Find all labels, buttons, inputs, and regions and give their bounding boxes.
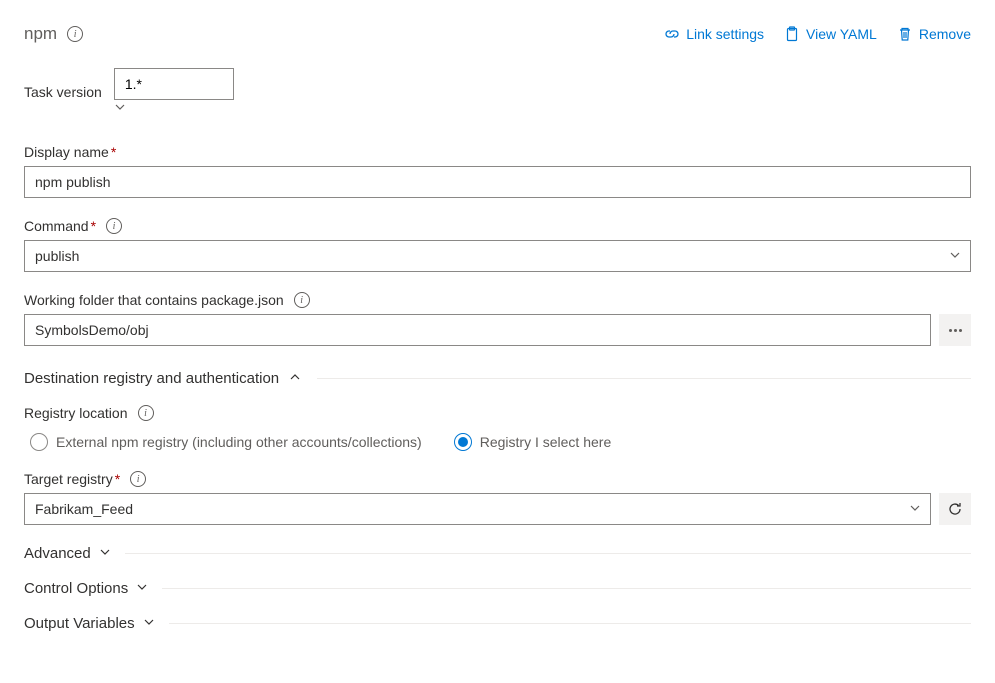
chevron-down-icon bbox=[99, 545, 111, 562]
trash-icon bbox=[897, 26, 913, 42]
chevron-down-icon bbox=[114, 100, 126, 116]
view-yaml-button[interactable]: View YAML bbox=[784, 26, 877, 42]
refresh-button[interactable] bbox=[939, 493, 971, 525]
divider bbox=[169, 623, 971, 624]
target-registry-label: Target registry* bbox=[24, 471, 120, 487]
chevron-up-icon bbox=[289, 370, 301, 387]
output-variables-label: Output Variables bbox=[24, 615, 135, 632]
radio-select-here[interactable]: Registry I select here bbox=[454, 433, 612, 451]
destination-section-title: Destination registry and authentication bbox=[24, 370, 279, 387]
radio-icon-selected bbox=[454, 433, 472, 451]
view-yaml-label: View YAML bbox=[806, 26, 877, 42]
radio-icon bbox=[30, 433, 48, 451]
target-registry-field: Target registry* i Fabrikam_Feed bbox=[24, 471, 971, 525]
advanced-section[interactable]: Advanced bbox=[24, 545, 971, 562]
remove-button[interactable]: Remove bbox=[897, 26, 971, 42]
display-name-field: Display name* bbox=[24, 144, 971, 198]
radio-external-registry[interactable]: External npm registry (including other a… bbox=[30, 433, 422, 451]
divider bbox=[317, 378, 971, 379]
chevron-down-icon bbox=[136, 580, 148, 597]
command-label: Command* bbox=[24, 218, 96, 234]
title-group: npm i bbox=[24, 24, 83, 44]
target-registry-select[interactable]: Fabrikam_Feed bbox=[24, 493, 931, 525]
link-settings-label: Link settings bbox=[686, 26, 764, 42]
info-icon[interactable]: i bbox=[138, 405, 154, 421]
divider bbox=[162, 588, 971, 589]
command-field: Command* i publish bbox=[24, 218, 971, 272]
info-icon[interactable]: i bbox=[130, 471, 146, 487]
registry-location-label: Registry location bbox=[24, 405, 128, 421]
link-icon bbox=[664, 26, 680, 42]
working-folder-label: Working folder that contains package.jso… bbox=[24, 292, 284, 308]
radio-external-label: External npm registry (including other a… bbox=[56, 434, 422, 450]
display-name-input[interactable] bbox=[24, 166, 971, 198]
advanced-label: Advanced bbox=[24, 545, 91, 562]
task-version-select[interactable]: 1.* bbox=[114, 68, 234, 100]
radio-select-here-label: Registry I select here bbox=[480, 434, 612, 450]
info-icon[interactable]: i bbox=[106, 218, 122, 234]
display-name-label: Display name* bbox=[24, 144, 116, 160]
control-options-label: Control Options bbox=[24, 580, 128, 597]
header-actions: Link settings View YAML Remove bbox=[664, 26, 971, 42]
refresh-icon bbox=[947, 501, 963, 517]
working-folder-field: Working folder that contains package.jso… bbox=[24, 292, 971, 346]
remove-label: Remove bbox=[919, 26, 971, 42]
destination-section-header[interactable]: Destination registry and authentication bbox=[24, 370, 971, 387]
control-options-section[interactable]: Control Options bbox=[24, 580, 971, 597]
task-version-label: Task version bbox=[24, 84, 102, 100]
link-settings-button[interactable]: Link settings bbox=[664, 26, 764, 42]
ellipsis-icon bbox=[949, 329, 962, 332]
info-icon[interactable]: i bbox=[67, 26, 83, 42]
info-icon[interactable]: i bbox=[294, 292, 310, 308]
task-version-field: Task version 1.* bbox=[24, 68, 971, 116]
output-variables-section[interactable]: Output Variables bbox=[24, 615, 971, 632]
working-folder-input[interactable] bbox=[24, 314, 931, 346]
divider bbox=[125, 553, 971, 554]
browse-button[interactable] bbox=[939, 314, 971, 346]
registry-location-field: Registry location i External npm registr… bbox=[24, 405, 971, 451]
header-row: npm i Link settings View YAML Remove bbox=[24, 24, 971, 44]
clipboard-icon bbox=[784, 26, 800, 42]
command-select[interactable]: publish bbox=[24, 240, 971, 272]
chevron-down-icon bbox=[143, 615, 155, 632]
page-title: npm bbox=[24, 24, 57, 44]
